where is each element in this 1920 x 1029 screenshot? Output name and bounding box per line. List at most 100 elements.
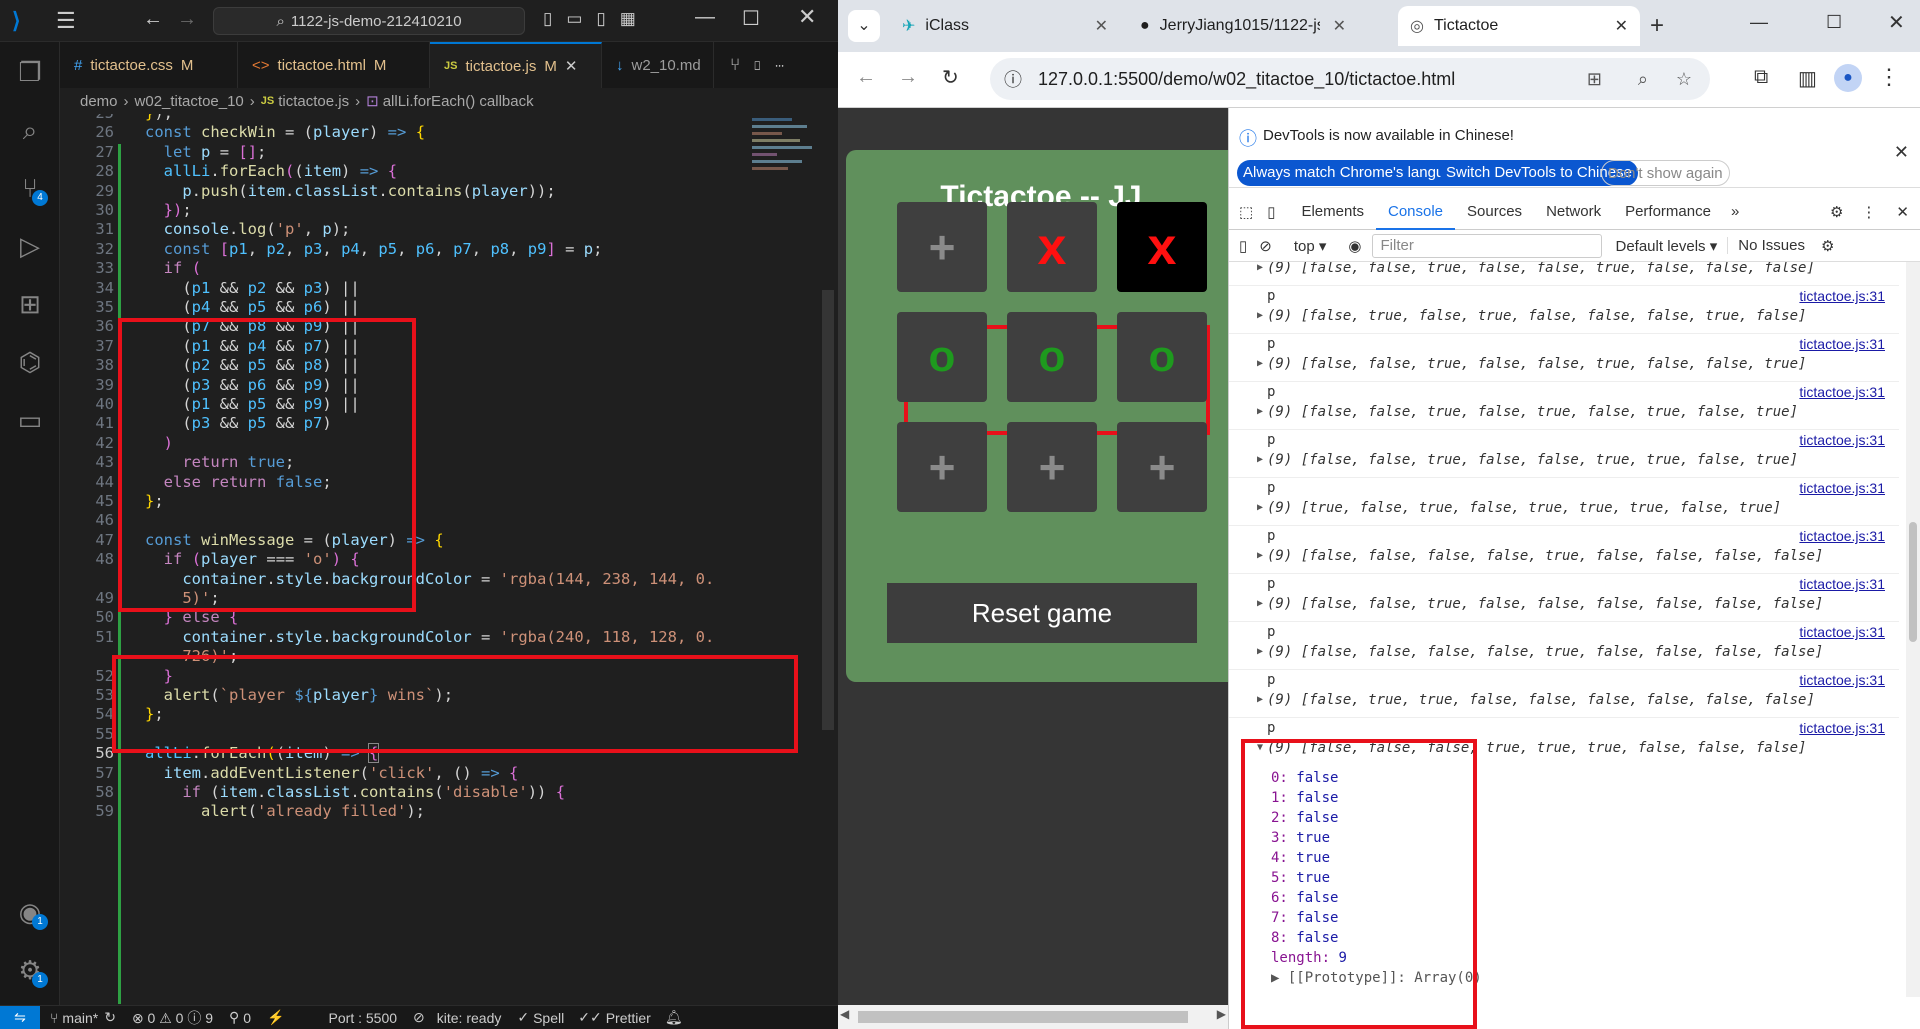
layout-icons[interactable]: ▯▭▯▦ [543, 9, 650, 29]
code-line[interactable]: 33 if ( [60, 259, 750, 278]
notifications-icon[interactable]: 🔔︎ [651, 1009, 683, 1026]
editor-actions[interactable]: ⑂▯⋯ [714, 55, 797, 75]
sidebar-toggle-icon[interactable]: ▯ [1229, 237, 1255, 255]
scroll-thumb[interactable] [858, 1011, 1188, 1023]
address-bar[interactable]: ⓘ 127.0.0.1:5500/demo/w02_titactoe_10/ti… [990, 58, 1710, 100]
board-cell[interactable]: + [1007, 422, 1097, 512]
code-line[interactable]: 29 p.push(item.classList.contains(player… [60, 182, 750, 201]
explorer-icon[interactable]: ❐ [10, 52, 50, 92]
chrome-maximize-icon[interactable]: ☐ [1826, 12, 1842, 33]
breadcrumb-item[interactable]: allLi.forEach() callback [383, 93, 534, 110]
console-log-entry[interactable]: p tictactoe.js:31 ▶ (9) [false, false, true… [1229, 334, 1899, 382]
log-source-link[interactable]: tictactoe.js:31 [1799, 288, 1885, 304]
chrome-menu-icon[interactable]: ⋮ [1878, 64, 1900, 90]
board-cell[interactable]: o [1117, 312, 1207, 402]
log-array-preview[interactable]: (9) [false, false, true, false, false, t… [1267, 452, 1798, 468]
log-array-preview[interactable]: (9) [false, true, false, true, false, fa… [1267, 308, 1806, 324]
kite-status[interactable]: kite: ready [425, 1010, 502, 1026]
zoom-icon[interactable]: ⌕ [1638, 69, 1648, 90]
collapsed-triangle-icon[interactable]: ▶ [1257, 358, 1263, 369]
devtools-settings-icon[interactable]: ⚙ [1820, 203, 1853, 221]
minimap[interactable] [752, 114, 822, 294]
levels-dropdown[interactable]: Default levels ▾ [1602, 237, 1728, 255]
code-line[interactable]: 31 console.log('p', p); [60, 220, 750, 239]
more-tabs-icon[interactable]: » [1723, 203, 1747, 220]
log-source-link[interactable]: tictactoe.js:31 [1799, 720, 1885, 736]
log-source-link[interactable]: tictactoe.js:31 [1799, 432, 1885, 448]
chrome-close-icon[interactable]: ✕ [1888, 10, 1905, 35]
code-line[interactable]: 51 container.style.backgroundColor = 'rg… [60, 628, 750, 647]
accounts-icon[interactable]: ◉ 1 [10, 892, 50, 932]
ports-count[interactable]: 0 [239, 1010, 251, 1026]
code-line[interactable]: 34 (p1 && p2 && p3) || [60, 279, 750, 298]
branch-name[interactable]: main* [58, 1010, 98, 1026]
reset-game-button[interactable]: Reset game [887, 583, 1197, 643]
close-tab-icon[interactable]: ✕ [1095, 16, 1108, 36]
new-tab-icon[interactable]: + [1650, 12, 1664, 40]
maximize-icon[interactable]: ☐ [742, 6, 760, 31]
log-array-preview[interactable]: (9) [true, false, true, false, true, tru… [1267, 500, 1781, 516]
collapsed-triangle-icon[interactable]: ▶ [1257, 694, 1263, 705]
clear-console-icon[interactable]: ⊘ [1255, 237, 1286, 255]
board-cell[interactable]: x [1117, 202, 1207, 292]
chrome-tab-github[interactable]: ● JerryJiang1015/1122-js ✕ [1128, 6, 1358, 46]
profile-avatar[interactable]: ● [1834, 64, 1862, 92]
log-source-link[interactable]: tictactoe.js:31 [1799, 576, 1885, 592]
chrome-minimize-icon[interactable]: — [1750, 12, 1768, 33]
close-tab-icon[interactable]: ✕ [1615, 16, 1628, 36]
tab-tictactoe-html[interactable]: <> tictactoe.html M [238, 42, 430, 88]
log-source-link[interactable]: tictactoe.js:31 [1799, 336, 1885, 352]
live-expression-eye-icon[interactable]: ◉ [1338, 237, 1371, 255]
log-array-preview[interactable]: (9) [false, false, true, false, false, t… [1267, 356, 1806, 372]
code-line[interactable]: 32 const [p1, p2, p3, p4, p5, p6, p7, p8… [60, 240, 750, 259]
page-horizontal-scrollbar[interactable]: ◀ ▶ [838, 1005, 1228, 1029]
code-line[interactable]: 26 const checkWin = (player) => { [60, 123, 750, 142]
problems-count[interactable]: ⊗ 0 ⚠ 0 ⓘ 9 [116, 1008, 213, 1028]
forward-icon[interactable]: → [898, 66, 918, 89]
collapsed-triangle-icon[interactable]: ▶ [1257, 262, 1263, 273]
dont-show-again-button[interactable]: Don't show again [1601, 160, 1730, 186]
settings-gear-icon[interactable]: ⚙ 1 [10, 950, 50, 990]
console-log-entry[interactable]: p tictactoe.js:31 ▶ (9) [false, true, true,… [1229, 670, 1899, 718]
tab-sources[interactable]: Sources [1455, 203, 1534, 220]
log-array-preview[interactable]: (9) [false, false, true, false, false, f… [1267, 596, 1823, 612]
code-line[interactable]: 28 allLi.forEach((item) => { [60, 162, 750, 181]
log-source-link[interactable]: tictactoe.js:31 [1799, 384, 1885, 400]
python-icon[interactable]: ⌬ [10, 342, 50, 382]
remote-explorer-icon[interactable]: ▭ [10, 400, 50, 440]
source-control-icon[interactable]: ⑂ 4 [10, 168, 50, 208]
menu-icon[interactable]: ☰ [56, 8, 76, 34]
board-cell[interactable]: + [1117, 422, 1207, 512]
minimize-icon[interactable]: — [695, 6, 715, 29]
log-source-link[interactable]: tictactoe.js:31 [1799, 624, 1885, 640]
close-infobar-icon[interactable]: ✕ [1894, 142, 1909, 163]
side-panel-icon[interactable]: ▥ [1798, 66, 1817, 91]
tab-w2-md[interactable]: ↓ w2_10.md [602, 42, 714, 88]
site-info-icon[interactable]: ⓘ [1004, 66, 1022, 92]
extensions-icon[interactable]: ⧉ [1754, 66, 1768, 89]
console-log-entry[interactable]: p tictactoe.js:31 ▶ (9) [false, false, true… [1229, 574, 1899, 622]
scroll-left-arrow-icon[interactable]: ◀ [840, 1007, 849, 1021]
editor-scrollbar[interactable] [822, 290, 834, 730]
collapsed-triangle-icon[interactable]: ▶ [1257, 550, 1263, 561]
search-sidebar-icon[interactable]: ⌕ [10, 110, 50, 150]
command-center[interactable]: ⌕ 1122-js-demo-212410210 [213, 7, 525, 35]
tab-network[interactable]: Network [1534, 203, 1613, 220]
console-log-entry[interactable]: p tictactoe.js:31 ▶ (9) [false, true, false… [1229, 286, 1899, 334]
board-cell[interactable]: o [1007, 312, 1097, 402]
console-log-entry[interactable]: p tictactoe.js:31 ▶ (9) [false, false, fals… [1229, 526, 1899, 574]
back-icon[interactable]: ← [143, 8, 163, 31]
console-log-entry[interactable]: p tictactoe.js:31 ▶ (9) [false, false, true… [1229, 430, 1899, 478]
board-cell[interactable]: x [1007, 202, 1097, 292]
breadcrumb-item[interactable]: demo [80, 93, 118, 110]
code-line[interactable]: 35 (p4 && p5 && p6) || [60, 298, 750, 317]
log-array-preview[interactable]: (9) [false, false, true, false, true, fa… [1267, 404, 1798, 420]
run-debug-icon[interactable]: ▷ [10, 226, 50, 266]
close-devtools-icon[interactable]: ✕ [1884, 203, 1920, 221]
console-scrollbar[interactable] [1906, 262, 1920, 997]
devtools-menu-icon[interactable]: ⋮ [1853, 203, 1884, 221]
translate-icon[interactable]: ⊞ [1587, 69, 1602, 90]
log-array-preview[interactable]: (9) [false, true, true, false, false, fa… [1267, 692, 1815, 708]
code-line[interactable]: 25}); [60, 114, 750, 123]
tab-search-icon[interactable]: ⌄ [848, 10, 880, 42]
